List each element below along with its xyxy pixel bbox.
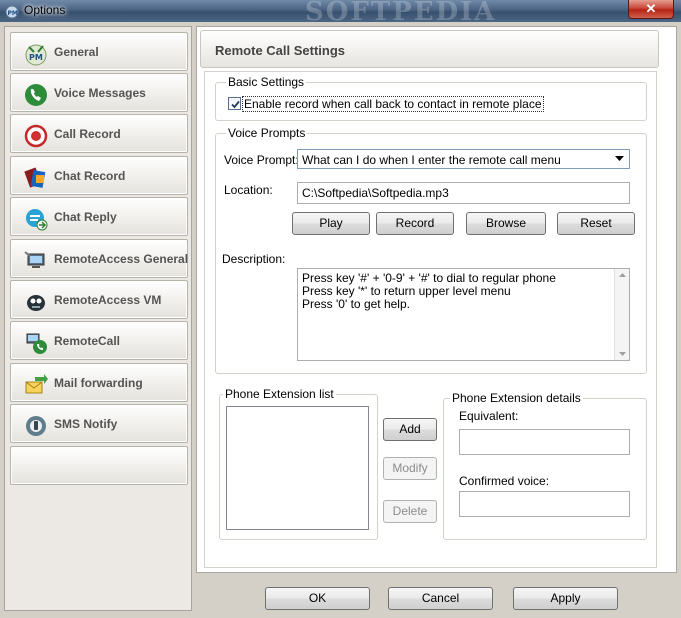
sidebar-item-label: RemoteAccess General <box>54 252 189 266</box>
sidebar-item-empty[interactable] <box>10 446 188 485</box>
sidebar-item-remotecall[interactable]: RemoteCall <box>10 321 188 360</box>
extension-details-title: Phone Extension details <box>450 391 583 405</box>
sidebar-item-label: Voice Messages <box>54 86 146 100</box>
sidebar-item-remoteaccess-vm[interactable]: RemoteAccess VM <box>10 280 188 319</box>
settings-panel: Basic Settings Enable record when call b… <box>204 71 657 568</box>
description-textarea[interactable]: Press key '#' + '0-9' + '#' to dial to r… <box>297 268 630 361</box>
voice-messages-icon <box>25 84 47 106</box>
sms-notify-icon <box>26 416 46 436</box>
scroll-down-icon[interactable] <box>619 352 626 356</box>
cancel-button[interactable]: Cancel <box>388 587 493 610</box>
extension-listbox[interactable] <box>226 406 369 530</box>
voice-prompt-value: What can I do when I enter the remote ca… <box>302 153 561 167</box>
computer-phone-icon <box>24 251 45 268</box>
confirmed-voice-label: Confirmed voice: <box>459 474 550 488</box>
sidebar-item-chat-record[interactable]: Chat Record <box>10 156 188 195</box>
enable-record-checkbox[interactable] <box>228 97 241 110</box>
page-title: Remote Call Settings <box>215 43 346 58</box>
sidebar-item-general[interactable]: PM General <box>10 32 188 71</box>
location-label: Location: <box>224 183 273 197</box>
sidebar-item-mail-forwarding[interactable]: Mail forwarding <box>10 363 188 402</box>
sidebar-item-label: Chat Record <box>54 169 126 183</box>
scroll-up-icon[interactable] <box>619 273 626 277</box>
sidebar-item-label: General <box>54 45 99 59</box>
sidebar-item-chat-reply[interactable]: Chat Reply <box>10 197 188 236</box>
svg-text:PM: PM <box>8 10 18 17</box>
voice-prompt-label: Voice Prompt: <box>224 153 299 167</box>
description-line: Press '0' to get help. <box>302 297 410 311</box>
record-icon <box>24 124 48 148</box>
equivalent-input[interactable] <box>459 429 630 455</box>
sidebar-item-label: Call Record <box>54 127 121 141</box>
confirmed-voice-input[interactable] <box>459 491 630 517</box>
remote-call-icon <box>26 333 47 354</box>
extension-list-title: Phone Extension list <box>223 387 336 401</box>
sidebar-item-label: RemoteCall <box>54 334 121 348</box>
app-icon: PM <box>5 5 19 19</box>
description-scrollbar[interactable] <box>614 269 629 360</box>
sidebar-item-label: SMS Notify <box>54 417 118 431</box>
modify-button[interactable]: Modify <box>383 457 437 480</box>
chat-reply-icon <box>26 209 48 231</box>
description-label: Description: <box>222 252 286 266</box>
record-button[interactable]: Record <box>376 212 454 235</box>
browse-button[interactable]: Browse <box>466 212 546 235</box>
play-button[interactable]: Play <box>292 212 370 235</box>
mail-forward-icon <box>25 374 48 394</box>
location-input[interactable]: C:\Softpedia\Softpedia.mp3 <box>297 182 630 204</box>
sidebar-item-label: Mail forwarding <box>54 376 143 390</box>
add-button[interactable]: Add <box>383 418 437 441</box>
close-button[interactable]: ✕ <box>628 0 674 19</box>
window-title: Options <box>24 3 66 17</box>
sidebar-item-remoteaccess-general[interactable]: RemoteAccess General <box>10 239 188 278</box>
voicemail-robot-icon <box>27 295 45 311</box>
chat-record-book-icon <box>24 167 46 188</box>
enable-record-label[interactable]: Enable record when call back to contact … <box>242 96 544 112</box>
watermark: SOFTPEDIA <box>305 0 497 27</box>
page-header: Remote Call Settings <box>200 30 659 68</box>
dropdown-arrow-icon <box>615 156 624 161</box>
svg-text:PM: PM <box>29 53 43 62</box>
sidebar: PM General Voice Messages Call Record Ch… <box>4 26 192 611</box>
sidebar-item-sms-notify[interactable]: SMS Notify <box>10 404 188 443</box>
basic-settings-title: Basic Settings <box>226 75 307 89</box>
sidebar-item-voice-messages[interactable]: Voice Messages <box>10 73 188 112</box>
checkmark-icon <box>231 100 240 109</box>
voice-prompt-select[interactable]: What can I do when I enter the remote ca… <box>297 149 630 169</box>
sidebar-item-label: Chat Reply <box>54 210 117 224</box>
title-bar[interactable]: PM Options SOFTPEDIA ✕ <box>0 0 681 27</box>
close-icon: ✕ <box>645 1 657 16</box>
content-area: Remote Call Settings Basic Settings Enab… <box>196 26 677 573</box>
apply-button[interactable]: Apply <box>513 587 618 610</box>
sidebar-item-label: RemoteAccess VM <box>54 293 162 307</box>
pm-logo-icon: PM <box>25 44 47 66</box>
reset-button[interactable]: Reset <box>557 212 635 235</box>
sidebar-item-call-record[interactable]: Call Record <box>10 114 188 153</box>
voice-prompts-title: Voice Prompts <box>226 126 308 140</box>
ok-button[interactable]: OK <box>265 587 370 610</box>
delete-button[interactable]: Delete <box>383 500 437 523</box>
equivalent-label: Equivalent: <box>459 409 519 423</box>
